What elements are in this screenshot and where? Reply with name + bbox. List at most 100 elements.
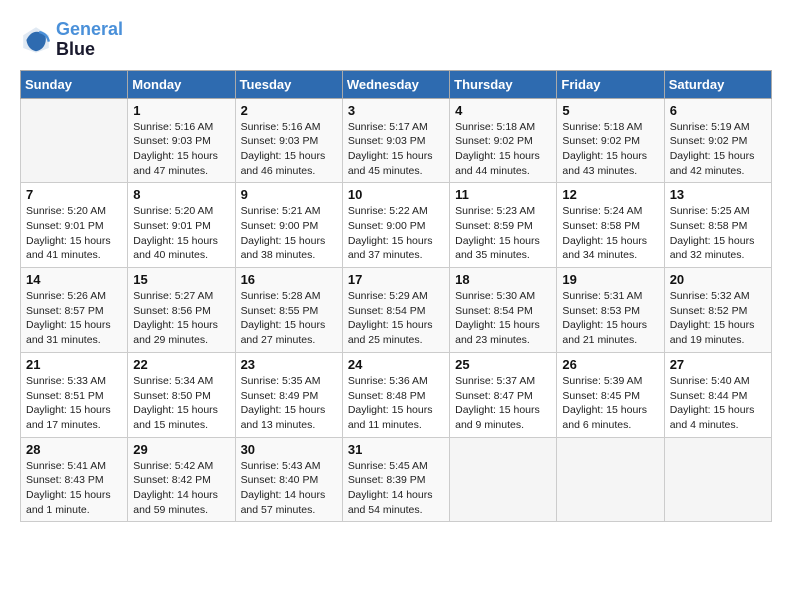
calendar-cell: 16Sunrise: 5:28 AM Sunset: 8:55 PM Dayli… [235, 268, 342, 353]
day-info: Sunrise: 5:39 AM Sunset: 8:45 PM Dayligh… [562, 374, 658, 433]
calendar-week-4: 21Sunrise: 5:33 AM Sunset: 8:51 PM Dayli… [21, 352, 772, 437]
day-number: 22 [133, 357, 229, 372]
calendar-cell: 25 Sunrise: 5:37 AM Sunset: 8:47 PM Dayli… [450, 352, 557, 437]
day-info: Sunrise: 5:43 AM Sunset: 8:40 PM Dayligh… [241, 459, 337, 518]
logo-text: GeneralBlue [56, 20, 123, 60]
header-friday: Friday [557, 70, 664, 98]
calendar-cell: 27 Sunrise: 5:40 AM Sunset: 8:44 PM Dayli… [664, 352, 771, 437]
day-info: Sunrise: 5:27 AM Sunset: 8:56 PM Dayligh… [133, 289, 229, 348]
page-header: GeneralBlue [20, 20, 772, 60]
calendar-cell: 13 Sunrise: 5:25 AM Sunset: 8:58 PM Dayli… [664, 183, 771, 268]
day-number: 18 [455, 272, 551, 287]
day-number: 14 [26, 272, 122, 287]
day-number: 20 [670, 272, 766, 287]
day-info: Sunrise: 5:18 AM Sunset: 9:02 PM Dayligh… [562, 120, 658, 179]
calendar-cell: 21Sunrise: 5:33 AM Sunset: 8:51 PM Dayli… [21, 352, 128, 437]
day-info: Sunrise: 5:24 AM Sunset: 8:58 PM Dayligh… [562, 204, 658, 263]
calendar-cell: 19 Sunrise: 5:31 AM Sunset: 8:53 PM Dayli… [557, 268, 664, 353]
calendar-cell [21, 98, 128, 183]
day-number: 11 [455, 187, 551, 202]
day-number: 15 [133, 272, 229, 287]
day-number: 5 [562, 103, 658, 118]
day-number: 29 [133, 442, 229, 457]
header-tuesday: Tuesday [235, 70, 342, 98]
calendar-cell: 30Sunrise: 5:43 AM Sunset: 8:40 PM Dayli… [235, 437, 342, 522]
header-monday: Monday [128, 70, 235, 98]
day-number: 12 [562, 187, 658, 202]
day-number: 27 [670, 357, 766, 372]
day-number: 9 [241, 187, 337, 202]
calendar-table: SundayMondayTuesdayWednesdayThursdayFrid… [20, 70, 772, 523]
day-number: 10 [348, 187, 444, 202]
day-number: 8 [133, 187, 229, 202]
day-info: Sunrise: 5:41 AM Sunset: 8:43 PM Dayligh… [26, 459, 122, 518]
header-sunday: Sunday [21, 70, 128, 98]
day-info: Sunrise: 5:25 AM Sunset: 8:58 PM Dayligh… [670, 204, 766, 263]
day-number: 17 [348, 272, 444, 287]
calendar-cell: 9 Sunrise: 5:21 AM Sunset: 9:00 PM Daylig… [235, 183, 342, 268]
calendar-cell [450, 437, 557, 522]
calendar-cell: 2 Sunrise: 5:16 AM Sunset: 9:03 PM Daylig… [235, 98, 342, 183]
calendar-week-2: 7Sunrise: 5:20 AM Sunset: 9:01 PM Daylig… [21, 183, 772, 268]
day-info: Sunrise: 5:18 AM Sunset: 9:02 PM Dayligh… [455, 120, 551, 179]
calendar-cell: 5 Sunrise: 5:18 AM Sunset: 9:02 PM Daylig… [557, 98, 664, 183]
calendar-cell: 7Sunrise: 5:20 AM Sunset: 9:01 PM Daylig… [21, 183, 128, 268]
logo: GeneralBlue [20, 20, 123, 60]
day-info: Sunrise: 5:32 AM Sunset: 8:52 PM Dayligh… [670, 289, 766, 348]
day-number: 4 [455, 103, 551, 118]
calendar-week-5: 28 Sunrise: 5:41 AM Sunset: 8:43 PM Dayli… [21, 437, 772, 522]
day-info: Sunrise: 5:20 AM Sunset: 9:01 PM Dayligh… [26, 204, 122, 263]
day-number: 6 [670, 103, 766, 118]
calendar-week-1: 1 Sunrise: 5:16 AM Sunset: 9:03 PM Daylig… [21, 98, 772, 183]
day-info: Sunrise: 5:36 AM Sunset: 8:48 PM Dayligh… [348, 374, 444, 433]
day-info: Sunrise: 5:23 AM Sunset: 8:59 PM Dayligh… [455, 204, 551, 263]
day-info: Sunrise: 5:35 AM Sunset: 8:49 PM Dayligh… [241, 374, 337, 433]
calendar-cell: 10 Sunrise: 5:22 AM Sunset: 9:00 PM Dayli… [342, 183, 449, 268]
calendar-week-3: 14 Sunrise: 5:26 AM Sunset: 8:57 PM Dayli… [21, 268, 772, 353]
calendar-cell [557, 437, 664, 522]
header-saturday: Saturday [664, 70, 771, 98]
day-info: Sunrise: 5:40 AM Sunset: 8:44 PM Dayligh… [670, 374, 766, 433]
day-info: Sunrise: 5:34 AM Sunset: 8:50 PM Dayligh… [133, 374, 229, 433]
day-info: Sunrise: 5:16 AM Sunset: 9:03 PM Dayligh… [241, 120, 337, 179]
calendar-header-row: SundayMondayTuesdayWednesdayThursdayFrid… [21, 70, 772, 98]
calendar-cell: 6 Sunrise: 5:19 AM Sunset: 9:02 PM Daylig… [664, 98, 771, 183]
day-number: 3 [348, 103, 444, 118]
day-info: Sunrise: 5:26 AM Sunset: 8:57 PM Dayligh… [26, 289, 122, 348]
day-info: Sunrise: 5:21 AM Sunset: 9:00 PM Dayligh… [241, 204, 337, 263]
day-number: 13 [670, 187, 766, 202]
calendar-cell: 15 Sunrise: 5:27 AM Sunset: 8:56 PM Dayli… [128, 268, 235, 353]
day-info: Sunrise: 5:31 AM Sunset: 8:53 PM Dayligh… [562, 289, 658, 348]
day-info: Sunrise: 5:16 AM Sunset: 9:03 PM Dayligh… [133, 120, 229, 179]
day-info: Sunrise: 5:37 AM Sunset: 8:47 PM Dayligh… [455, 374, 551, 433]
calendar-cell: 18Sunrise: 5:30 AM Sunset: 8:54 PM Dayli… [450, 268, 557, 353]
day-info: Sunrise: 5:19 AM Sunset: 9:02 PM Dayligh… [670, 120, 766, 179]
header-wednesday: Wednesday [342, 70, 449, 98]
header-thursday: Thursday [450, 70, 557, 98]
day-info: Sunrise: 5:22 AM Sunset: 9:00 PM Dayligh… [348, 204, 444, 263]
calendar-cell: 1 Sunrise: 5:16 AM Sunset: 9:03 PM Daylig… [128, 98, 235, 183]
calendar-cell: 29 Sunrise: 5:42 AM Sunset: 8:42 PM Dayli… [128, 437, 235, 522]
calendar-cell: 12 Sunrise: 5:24 AM Sunset: 8:58 PM Dayli… [557, 183, 664, 268]
calendar-cell: 24 Sunrise: 5:36 AM Sunset: 8:48 PM Dayli… [342, 352, 449, 437]
calendar-cell: 20 Sunrise: 5:32 AM Sunset: 8:52 PM Dayli… [664, 268, 771, 353]
day-info: Sunrise: 5:42 AM Sunset: 8:42 PM Dayligh… [133, 459, 229, 518]
day-number: 28 [26, 442, 122, 457]
day-info: Sunrise: 5:17 AM Sunset: 9:03 PM Dayligh… [348, 120, 444, 179]
calendar-cell: 14 Sunrise: 5:26 AM Sunset: 8:57 PM Dayli… [21, 268, 128, 353]
day-number: 2 [241, 103, 337, 118]
calendar-cell: 8 Sunrise: 5:20 AM Sunset: 9:01 PM Daylig… [128, 183, 235, 268]
day-number: 16 [241, 272, 337, 287]
calendar-cell: 31Sunrise: 5:45 AM Sunset: 8:39 PM Dayli… [342, 437, 449, 522]
day-info: Sunrise: 5:29 AM Sunset: 8:54 PM Dayligh… [348, 289, 444, 348]
day-number: 25 [455, 357, 551, 372]
day-number: 23 [241, 357, 337, 372]
day-number: 19 [562, 272, 658, 287]
calendar-cell: 22 Sunrise: 5:34 AM Sunset: 8:50 PM Dayli… [128, 352, 235, 437]
day-number: 24 [348, 357, 444, 372]
calendar-cell: 4 Sunrise: 5:18 AM Sunset: 9:02 PM Daylig… [450, 98, 557, 183]
day-info: Sunrise: 5:33 AM Sunset: 8:51 PM Dayligh… [26, 374, 122, 433]
day-info: Sunrise: 5:20 AM Sunset: 9:01 PM Dayligh… [133, 204, 229, 263]
day-number: 1 [133, 103, 229, 118]
day-number: 31 [348, 442, 444, 457]
